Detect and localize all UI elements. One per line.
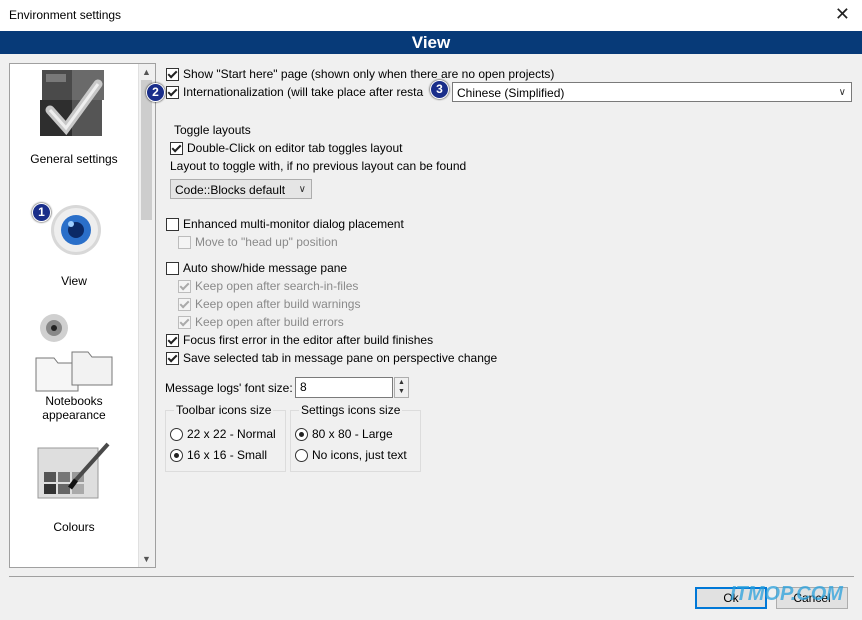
page-title: View [0,31,862,54]
checkbox-box[interactable] [170,141,183,155]
sidebar-item-label: Colours [53,520,95,534]
font-size-stepper[interactable]: ▲ ▼ [394,377,409,398]
settings-icons-size-group: Settings icons size [290,403,421,472]
radio-label: 16 x 16 - Small [187,448,268,462]
radio-dot[interactable] [295,427,308,441]
settings-size-80-radio[interactable]: 80 x 80 - Large [295,427,393,441]
checkbox-label: Save selected tab in message pane on per… [183,351,498,365]
toggle-layouts-title: Toggle layouts [174,123,251,137]
radio-label: 22 x 22 - Normal [187,427,276,441]
checkbox-box [178,235,191,249]
layout-select[interactable]: Code::Blocks default ∨ [170,179,312,199]
sidebar-item-notebooks-appearance[interactable]: Notebooks appearance [10,310,138,422]
settings-category-list[interactable]: General settings View Notebooks appearan… [9,63,156,568]
checkbox-label: Internationalization (will take place af… [183,85,424,99]
checkbox-box[interactable] [166,351,179,365]
close-icon[interactable]: ✕ [835,4,850,25]
font-size-input[interactable]: 8 [295,377,393,398]
keep-open-warnings-checkbox: Keep open after build warnings [178,297,360,311]
checkbox-label: Focus first error in the editor after bu… [183,333,434,347]
show-start-here-checkbox[interactable]: Show "Start here" page (shown only when … [166,67,554,81]
layout-select-value: Code::Blocks default [175,183,286,197]
sidebar-item-label: General settings [30,152,118,166]
eye-icon [44,200,104,264]
general-settings-icon [36,66,112,146]
checkbox-label: Enhanced multi-monitor dialog placement [183,217,404,231]
scroll-down-icon[interactable]: ▼ [142,554,151,564]
callout-badge-1: 1 [32,203,51,222]
radio-dot[interactable] [170,427,183,441]
callout-badge-3: 3 [430,80,449,99]
checkbox-label: Auto show/hide message pane [183,261,348,275]
checkbox-label: Double-Click on editor tab toggles layou… [187,141,403,155]
stepper-up-icon[interactable]: ▲ [398,379,405,386]
paint-palette-icon [34,442,114,512]
checkbox-label: Move to "head up" position [195,235,338,249]
sidebar-item-label: View [61,274,87,288]
radio-label: No icons, just text [312,448,407,462]
checkbox-box [178,315,191,329]
internationalization-checkbox[interactable]: Internationalization (will take place af… [166,85,423,99]
toolbar-icons-size-title: Toolbar icons size [174,403,274,417]
keep-open-search-checkbox: Keep open after search-in-files [178,279,358,293]
settings-no-icons-radio[interactable]: No icons, just text [295,448,407,462]
font-size-label: Message logs' font size: [165,381,293,395]
layout-to-toggle-label: Layout to toggle with, if no previous la… [170,159,467,173]
sidebar-item-colours[interactable]: Colours [10,442,138,534]
sidebar-item-view[interactable]: View [10,200,138,288]
sidebar-item-general-settings[interactable]: General settings [10,66,138,166]
checkbox-box [178,297,191,311]
toolbar-size-22-radio[interactable]: 22 x 22 - Normal [170,427,276,441]
checkbox-label: Keep open after build errors [195,315,344,329]
notebooks-folder-icon [34,310,114,394]
callout-badge-2: 2 [146,83,165,102]
sidebar-scrollbar[interactable]: ▲ ▼ [138,64,155,567]
footer-divider [9,576,854,577]
radio-dot[interactable] [170,448,183,462]
scroll-up-icon[interactable]: ▲ [142,67,151,77]
keep-open-errors-checkbox: Keep open after build errors [178,315,344,329]
checkbox-label: Keep open after build warnings [195,297,361,311]
checkbox-label: Show "Start here" page (shown only when … [183,67,555,81]
stepper-down-icon[interactable]: ▼ [398,388,405,395]
checkbox-label: Keep open after search-in-files [195,279,359,293]
chevron-down-icon[interactable]: ∨ [839,83,846,103]
checkbox-box[interactable] [166,85,179,99]
checkbox-box[interactable] [166,333,179,347]
settings-icons-size-title: Settings icons size [299,403,403,417]
enhanced-multimonitor-checkbox[interactable]: Enhanced multi-monitor dialog placement [166,217,404,231]
window-title: Environment settings [9,8,122,22]
sidebar-item-label: Notebooks appearance [42,394,106,422]
focus-first-error-checkbox[interactable]: Focus first error in the editor after bu… [166,333,433,347]
radio-label: 80 x 80 - Large [312,427,393,441]
checkbox-box[interactable] [166,67,179,81]
checkbox-box [178,279,191,293]
toolbar-icons-size-group: Toolbar icons size [165,403,286,472]
watermark-logo: ITMOP.COM [730,583,843,605]
auto-show-hide-checkbox[interactable]: Auto show/hide message pane [166,261,347,275]
language-select[interactable]: Chinese (Simplified) ∨ [452,82,852,102]
checkbox-box[interactable] [166,217,179,231]
toolbar-size-16-radio[interactable]: 16 x 16 - Small [170,448,267,462]
language-select-value: Chinese (Simplified) [457,86,565,100]
chevron-down-icon[interactable]: ∨ [299,180,306,200]
save-selected-tab-checkbox[interactable]: Save selected tab in message pane on per… [166,351,497,365]
radio-dot[interactable] [295,448,308,462]
title-bar: Environment settings ✕ [0,0,862,32]
checkbox-box[interactable] [166,261,179,275]
move-head-up-checkbox: Move to "head up" position [178,235,338,249]
font-size-value: 8 [300,380,307,394]
double-click-toggle-checkbox[interactable]: Double-Click on editor tab toggles layou… [170,141,402,155]
